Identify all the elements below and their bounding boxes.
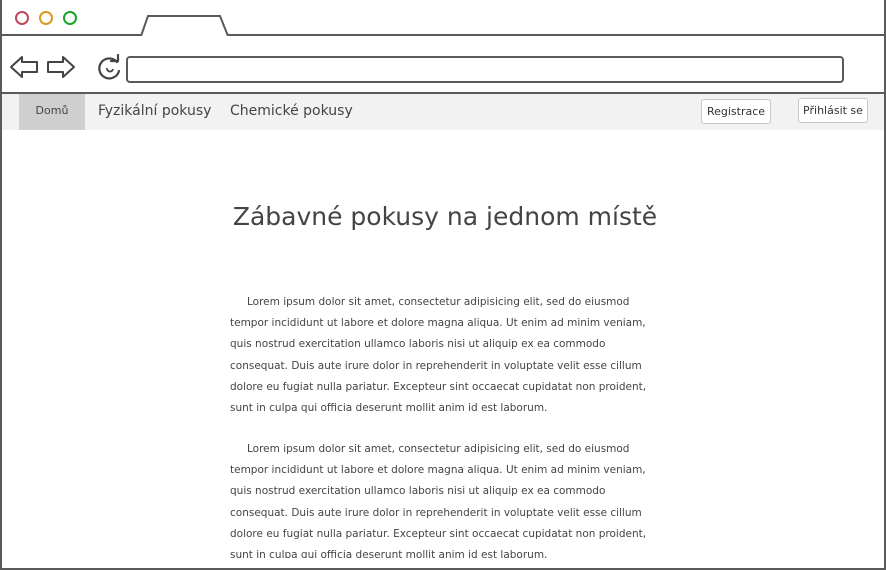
- reload-icon[interactable]: [95, 54, 123, 82]
- intro-paragraph: Lorem ipsum dolor sit amet, consectetur …: [230, 296, 647, 415]
- close-window-button[interactable]: [15, 11, 29, 25]
- nav-item-physics[interactable]: Fyzikální pokusy: [98, 94, 211, 130]
- maximize-window-button[interactable]: [63, 11, 77, 25]
- forward-arrow-icon[interactable]: [46, 54, 76, 80]
- main-content: Zábavné pokusy na jednom místě Lorem ips…: [2, 130, 884, 558]
- register-button[interactable]: Registrace: [701, 99, 771, 124]
- nav-item-home[interactable]: Domů: [19, 94, 85, 130]
- site-navigation: Domů Fyzikální pokusy Chemické pokusy Re…: [2, 94, 884, 130]
- browser-tab[interactable]: [140, 14, 230, 36]
- title-bar: [2, 0, 884, 36]
- nav-item-chemistry[interactable]: Chemické pokusy: [230, 94, 353, 130]
- address-bar-row: [2, 36, 884, 94]
- back-arrow-icon[interactable]: [9, 54, 39, 80]
- page-title: Zábavné pokusy na jednom místě: [232, 202, 658, 231]
- intro-paragraph: Lorem ipsum dolor sit amet, consectetur …: [230, 443, 647, 558]
- minimize-window-button[interactable]: [39, 11, 53, 25]
- browser-window: Domů Fyzikální pokusy Chemické pokusy Re…: [0, 0, 886, 570]
- login-button[interactable]: Přihlásit se: [798, 98, 868, 123]
- address-input[interactable]: [126, 56, 844, 83]
